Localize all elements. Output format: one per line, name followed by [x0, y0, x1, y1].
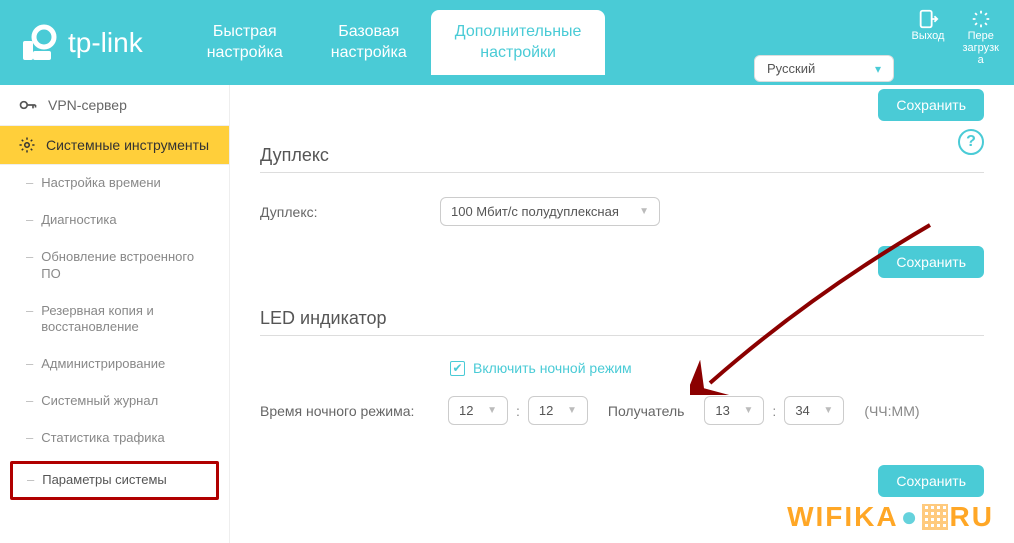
header-actions: Выход Пере загрузк а — [912, 8, 999, 66]
brand-text: tp-link — [68, 27, 143, 59]
logo: tp-link — [20, 23, 143, 63]
sidebar: VPN-сервер Системные инструменты Настрой… — [0, 85, 230, 543]
tplink-logo-icon — [20, 23, 60, 63]
language-value: Русский — [767, 61, 815, 76]
night-mode-checkbox[interactable]: ✔ — [450, 361, 465, 376]
tab-advanced[interactable]: Дополнительные настройки — [431, 10, 606, 76]
duplex-select[interactable]: 100 Мбит/с полудуплексная ▼ — [440, 197, 660, 226]
to-hour-select[interactable]: 13▼ — [704, 396, 764, 425]
tab-basic[interactable]: Базовая настройка — [307, 10, 431, 76]
dot-icon: ● — [901, 501, 920, 533]
reload-icon — [970, 8, 992, 30]
save-button-led[interactable]: Сохранить — [878, 465, 984, 497]
triangle-down-icon: ▼ — [567, 405, 577, 416]
watermark: WIFIKA ● RU — [787, 501, 994, 533]
qr-icon — [922, 504, 948, 530]
save-button-top[interactable]: Сохранить — [878, 89, 984, 121]
night-time-label: Время ночного режима: — [260, 403, 440, 419]
content-area: Сохранить ? Дуплекс Дуплекс: 100 Мбит/с … — [230, 85, 1014, 543]
sub-backup[interactable]: Резервная копия и восстановление — [0, 293, 229, 347]
colon: : — [772, 403, 776, 419]
divider — [260, 172, 984, 173]
tab-quick-setup[interactable]: Быстрая настройка — [183, 10, 307, 76]
check-icon: ✔ — [452, 361, 462, 375]
duplex-section-title: Дуплекс — [260, 145, 984, 166]
sub-system-params[interactable]: Параметры системы — [10, 461, 219, 500]
key-icon — [18, 95, 38, 115]
sub-syslog[interactable]: Системный журнал — [0, 383, 229, 420]
logout-icon — [917, 8, 939, 30]
help-icon: ? — [966, 133, 976, 151]
language-select[interactable]: Русский ▾ — [754, 55, 894, 82]
chevron-down-icon: ▾ — [875, 62, 881, 76]
colon: : — [516, 403, 520, 419]
sidebar-item-vpn[interactable]: VPN-сервер — [0, 85, 229, 126]
header: tp-link Быстрая настройка Базовая настро… — [0, 0, 1014, 85]
sub-firmware[interactable]: Обновление встроенного ПО — [0, 239, 229, 293]
triangle-down-icon: ▼ — [823, 405, 833, 416]
triangle-down-icon: ▼ — [487, 405, 497, 416]
help-button[interactable]: ? — [958, 129, 984, 155]
sub-admin[interactable]: Администрирование — [0, 346, 229, 383]
led-section-title: LED индикатор — [260, 308, 984, 329]
triangle-down-icon: ▼ — [639, 206, 649, 217]
divider — [260, 335, 984, 336]
night-mode-label: Включить ночной режим — [473, 360, 632, 376]
to-minute-select[interactable]: 34▼ — [784, 396, 844, 425]
from-hour-select[interactable]: 12▼ — [448, 396, 508, 425]
recipient-label: Получатель — [608, 403, 685, 419]
gear-icon — [18, 136, 36, 154]
sub-diagnostics[interactable]: Диагностика — [0, 202, 229, 239]
triangle-down-icon: ▼ — [744, 405, 754, 416]
duplex-label: Дуплекс: — [260, 204, 440, 220]
sidebar-item-systools[interactable]: Системные инструменты — [0, 126, 229, 165]
sub-traffic[interactable]: Статистика трафика — [0, 420, 229, 457]
logout-button[interactable]: Выход — [912, 8, 945, 42]
sub-time[interactable]: Настройка времени — [0, 165, 229, 202]
tab-bar: Быстрая настройка Базовая настройка Допо… — [183, 10, 606, 76]
save-button-duplex[interactable]: Сохранить — [878, 246, 984, 278]
reload-button[interactable]: Пере загрузк а — [962, 8, 999, 66]
time-format-hint: (ЧЧ:ММ) — [864, 403, 919, 419]
from-minute-select[interactable]: 12▼ — [528, 396, 588, 425]
